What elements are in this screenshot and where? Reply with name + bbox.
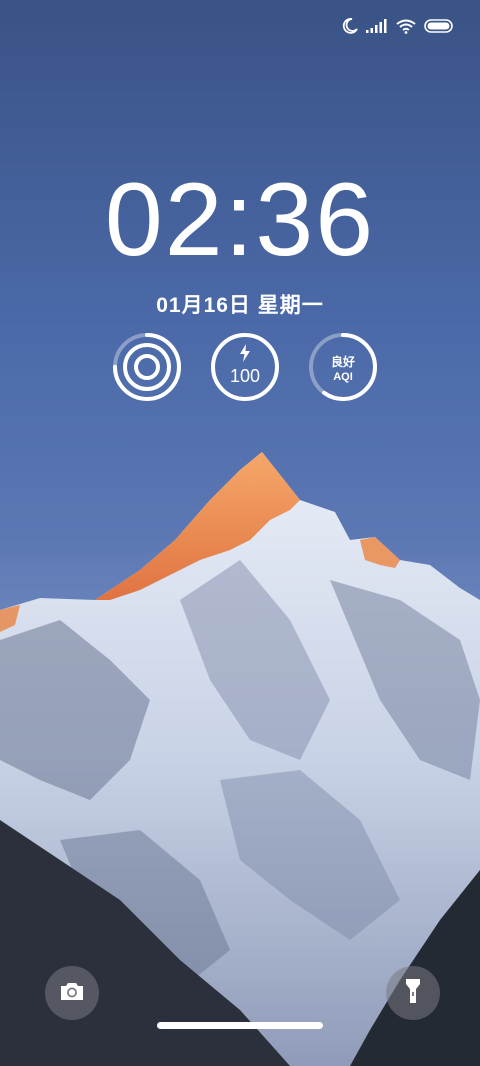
aqi-status: 良好 xyxy=(330,355,355,369)
wifi-icon xyxy=(396,19,416,34)
moon-icon xyxy=(342,18,358,34)
battery-widget[interactable]: 100 xyxy=(210,332,280,402)
storage-widget[interactable] xyxy=(112,332,182,402)
camera-button[interactable] xyxy=(45,966,99,1020)
status-widgets: 100 良好 AQI xyxy=(0,332,480,404)
home-indicator[interactable] xyxy=(157,1022,323,1029)
lockscreen-clock: 02:36 xyxy=(104,162,376,278)
camera-icon xyxy=(59,980,85,1007)
status-bar xyxy=(342,18,454,34)
storage-rings-icon xyxy=(113,333,181,401)
battery-value: 100 xyxy=(229,366,261,386)
lockscreen-date: 01月16日 星期一 xyxy=(156,294,324,317)
battery-icon xyxy=(424,19,454,33)
aqi-label: AQI xyxy=(333,371,353,383)
flashlight-icon xyxy=(404,978,422,1009)
aqi-widget[interactable]: 良好 AQI xyxy=(308,332,378,402)
signal-icon xyxy=(366,19,388,33)
flashlight-button[interactable] xyxy=(386,966,440,1020)
wallpaper-mountain xyxy=(0,452,480,1066)
